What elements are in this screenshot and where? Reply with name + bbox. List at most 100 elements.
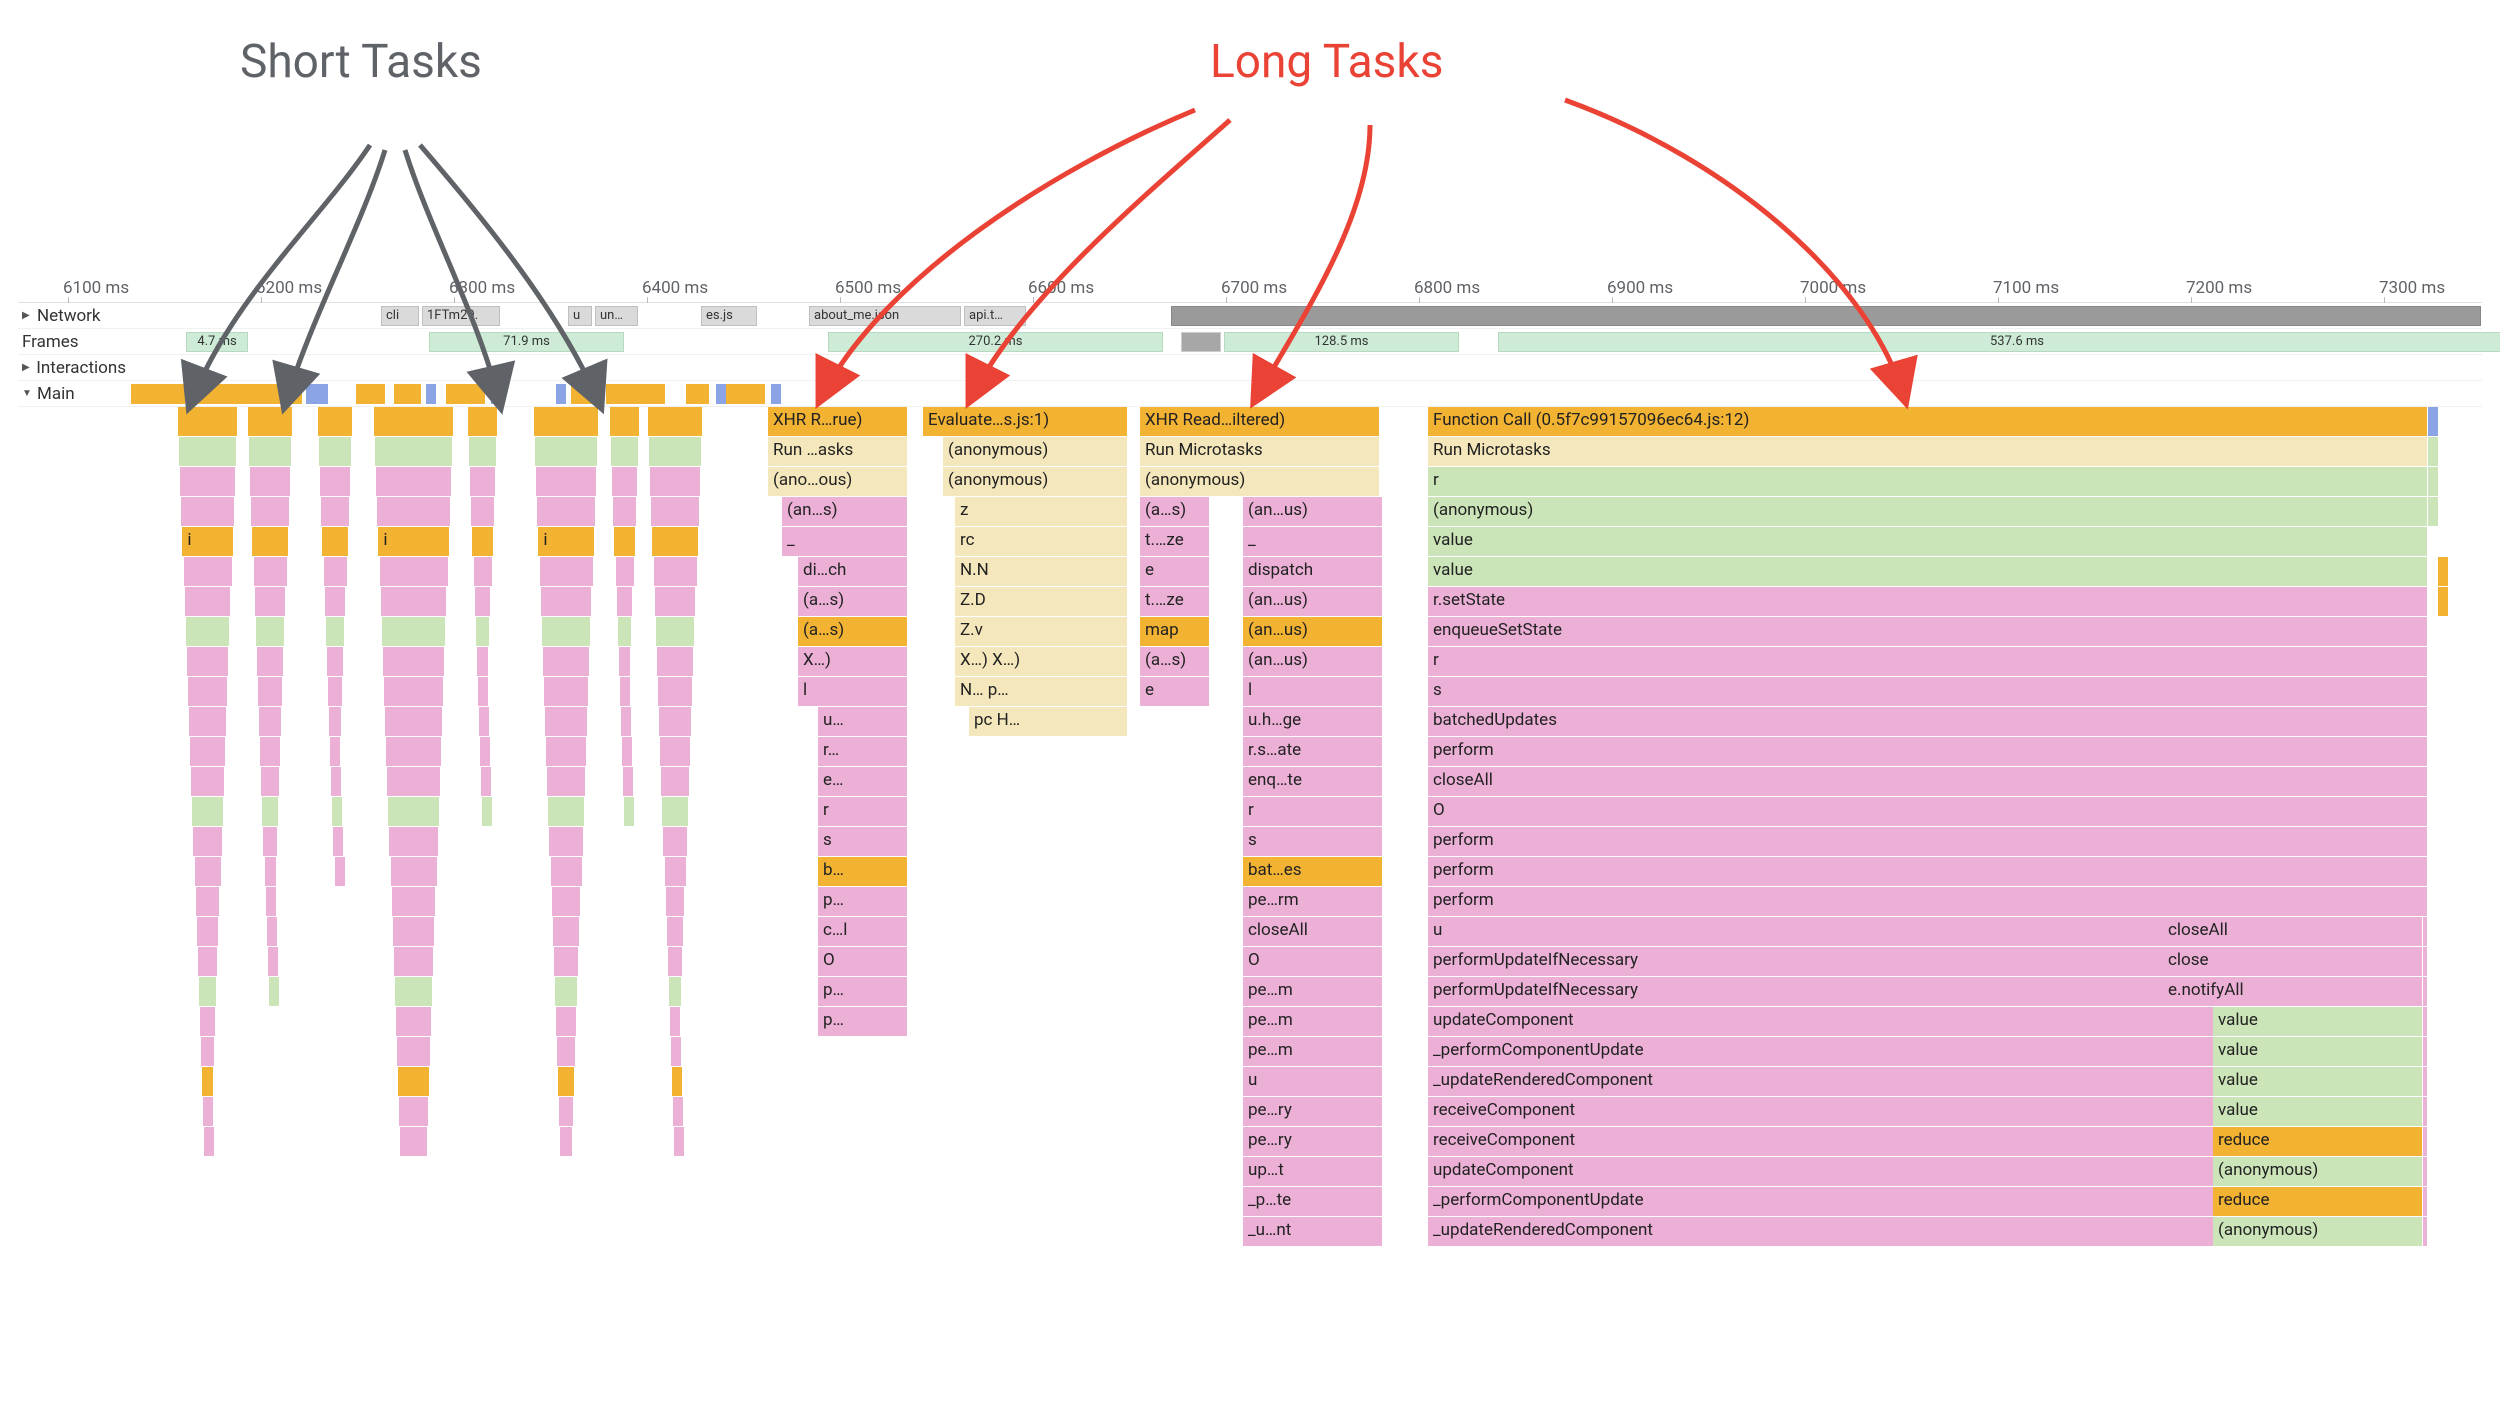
flame-bar[interactable] (614, 527, 635, 556)
flame-bar[interactable] (666, 887, 686, 916)
flame-bar[interactable] (555, 977, 578, 1006)
flame-bar[interactable] (386, 737, 442, 766)
flame-bar[interactable] (255, 587, 287, 616)
flame-bar[interactable]: l (1243, 677, 1383, 706)
flame-bar[interactable] (190, 737, 226, 766)
network-request[interactable]: about_me.json (809, 306, 961, 326)
flame-bar[interactable] (535, 437, 598, 466)
flame-bar[interactable] (661, 767, 690, 796)
chevron-right-icon[interactable]: ▶ (22, 362, 33, 373)
flame-bar[interactable] (382, 617, 447, 646)
flame-bar[interactable] (195, 857, 222, 886)
flame-bar[interactable]: perform (1428, 857, 2428, 886)
flame-bar[interactable]: z (955, 497, 1128, 526)
flame-bar[interactable] (468, 407, 498, 436)
flame-bar[interactable]: rc (955, 527, 1128, 556)
flame-bar[interactable] (318, 407, 353, 436)
flame-bar[interactable]: perform (1428, 887, 2428, 916)
task-bar[interactable] (188, 384, 303, 404)
flame-bar[interactable] (622, 737, 633, 766)
frame-chip[interactable] (1181, 332, 1221, 352)
flame-bar[interactable] (327, 647, 344, 676)
flame-bar[interactable] (542, 617, 592, 646)
flame-bar[interactable]: (an…us) (1243, 617, 1383, 646)
flame-bar[interactable] (543, 647, 590, 676)
flame-bar[interactable] (389, 827, 438, 856)
flame-bar[interactable]: e… (818, 767, 908, 796)
flame-bar[interactable] (617, 587, 634, 616)
flame-bar[interactable]: _p…te (1243, 1187, 1383, 1216)
flame-bar[interactable] (651, 497, 699, 526)
flame-bar[interactable] (672, 1067, 683, 1096)
flame-bar[interactable] (479, 707, 490, 736)
flame-bar[interactable]: dispatch (1243, 557, 1383, 586)
flame-bar[interactable]: N.N (955, 557, 1128, 586)
flame-bar[interactable] (188, 677, 228, 706)
flame-bar[interactable]: enq…te (1243, 767, 1383, 796)
flame-bar[interactable]: b… (818, 857, 908, 886)
flame-bar[interactable]: i (182, 527, 233, 556)
flame-bar[interactable]: Z.D (955, 587, 1128, 616)
flame-bar[interactable] (381, 587, 448, 616)
flame-bar[interactable] (328, 677, 343, 706)
task-bar[interactable] (318, 384, 329, 404)
flame-bar[interactable]: (anonymous) (2213, 1157, 2423, 1186)
flame-bar[interactable] (259, 707, 282, 736)
flame-bar[interactable] (669, 977, 682, 1006)
flame-bar[interactable]: (an…us) (1243, 647, 1383, 676)
flame-bar[interactable]: t.…ze (1140, 587, 1210, 616)
flame-bar[interactable]: reduce (2213, 1187, 2423, 1216)
flame-bar[interactable] (648, 407, 703, 436)
flame-bar[interactable]: i (378, 527, 449, 556)
flame-bar[interactable] (476, 617, 491, 646)
task-bar[interactable] (394, 384, 422, 404)
flame-bar[interactable]: c…l (818, 917, 908, 946)
flame-bar[interactable]: e.notifyAll (2163, 977, 2423, 1006)
flame-bar[interactable] (536, 467, 597, 496)
flame-bar[interactable]: r.setState (1428, 587, 2428, 616)
flame-bar[interactable]: _ (1243, 527, 1383, 556)
flame-bar[interactable]: O (1428, 797, 2428, 826)
flame-bar[interactable]: X…) (798, 647, 908, 676)
flame-bar[interactable] (331, 767, 342, 796)
flame-bar[interactable]: value (1428, 527, 2428, 556)
flame-bar[interactable] (665, 857, 687, 886)
flame-bar[interactable] (554, 947, 579, 976)
flame-bar[interactable] (178, 407, 238, 436)
flame-bar[interactable]: (a…s) (1140, 647, 1210, 676)
flame-bar[interactable]: perform (1428, 827, 2428, 856)
flame-bar[interactable]: value (2213, 1097, 2423, 1126)
flame-bar[interactable] (250, 467, 291, 496)
flame-bar[interactable] (330, 737, 341, 766)
flame-bar[interactable]: i (538, 527, 594, 556)
flame-bar[interactable]: closeAll (1243, 917, 1383, 946)
flame-bar[interactable] (650, 467, 701, 496)
network-track[interactable]: ▶Network cli1FTm29.uun…es.jsabout_me.jso… (18, 303, 2482, 329)
flame-bar[interactable] (652, 527, 698, 556)
task-bar[interactable] (556, 384, 567, 404)
flame-bar[interactable] (396, 1007, 432, 1036)
flame-bar[interactable] (395, 977, 433, 1006)
flame-bar[interactable] (200, 1007, 216, 1036)
flame-bar[interactable] (559, 1097, 573, 1126)
flame-bar[interactable]: r (818, 797, 908, 826)
frame-chip[interactable]: 128.5 ms (1224, 332, 1459, 352)
flame-bar[interactable] (2438, 587, 2449, 616)
flame-bar[interactable]: map (1140, 617, 1210, 646)
flame-bar[interactable] (201, 1037, 215, 1066)
network-request[interactable]: cli (381, 306, 419, 326)
flame-bar[interactable] (546, 737, 587, 766)
flame-bar[interactable] (252, 527, 288, 556)
task-bar[interactable] (571, 384, 601, 404)
flame-bar[interactable]: (an…us) (1243, 587, 1383, 616)
flame-bar[interactable] (393, 917, 436, 946)
flame-bar[interactable] (623, 767, 634, 796)
flame-bar[interactable] (556, 1007, 577, 1036)
flame-bar[interactable] (481, 767, 492, 796)
flame-bar[interactable] (478, 677, 489, 706)
flame-bar[interactable]: pe…rm (1243, 887, 1383, 916)
flame-bar[interactable] (204, 1127, 215, 1156)
flame-bar[interactable]: closeAll (1428, 767, 2428, 796)
flame-bar[interactable] (375, 437, 453, 466)
flame-bar[interactable] (541, 587, 593, 616)
